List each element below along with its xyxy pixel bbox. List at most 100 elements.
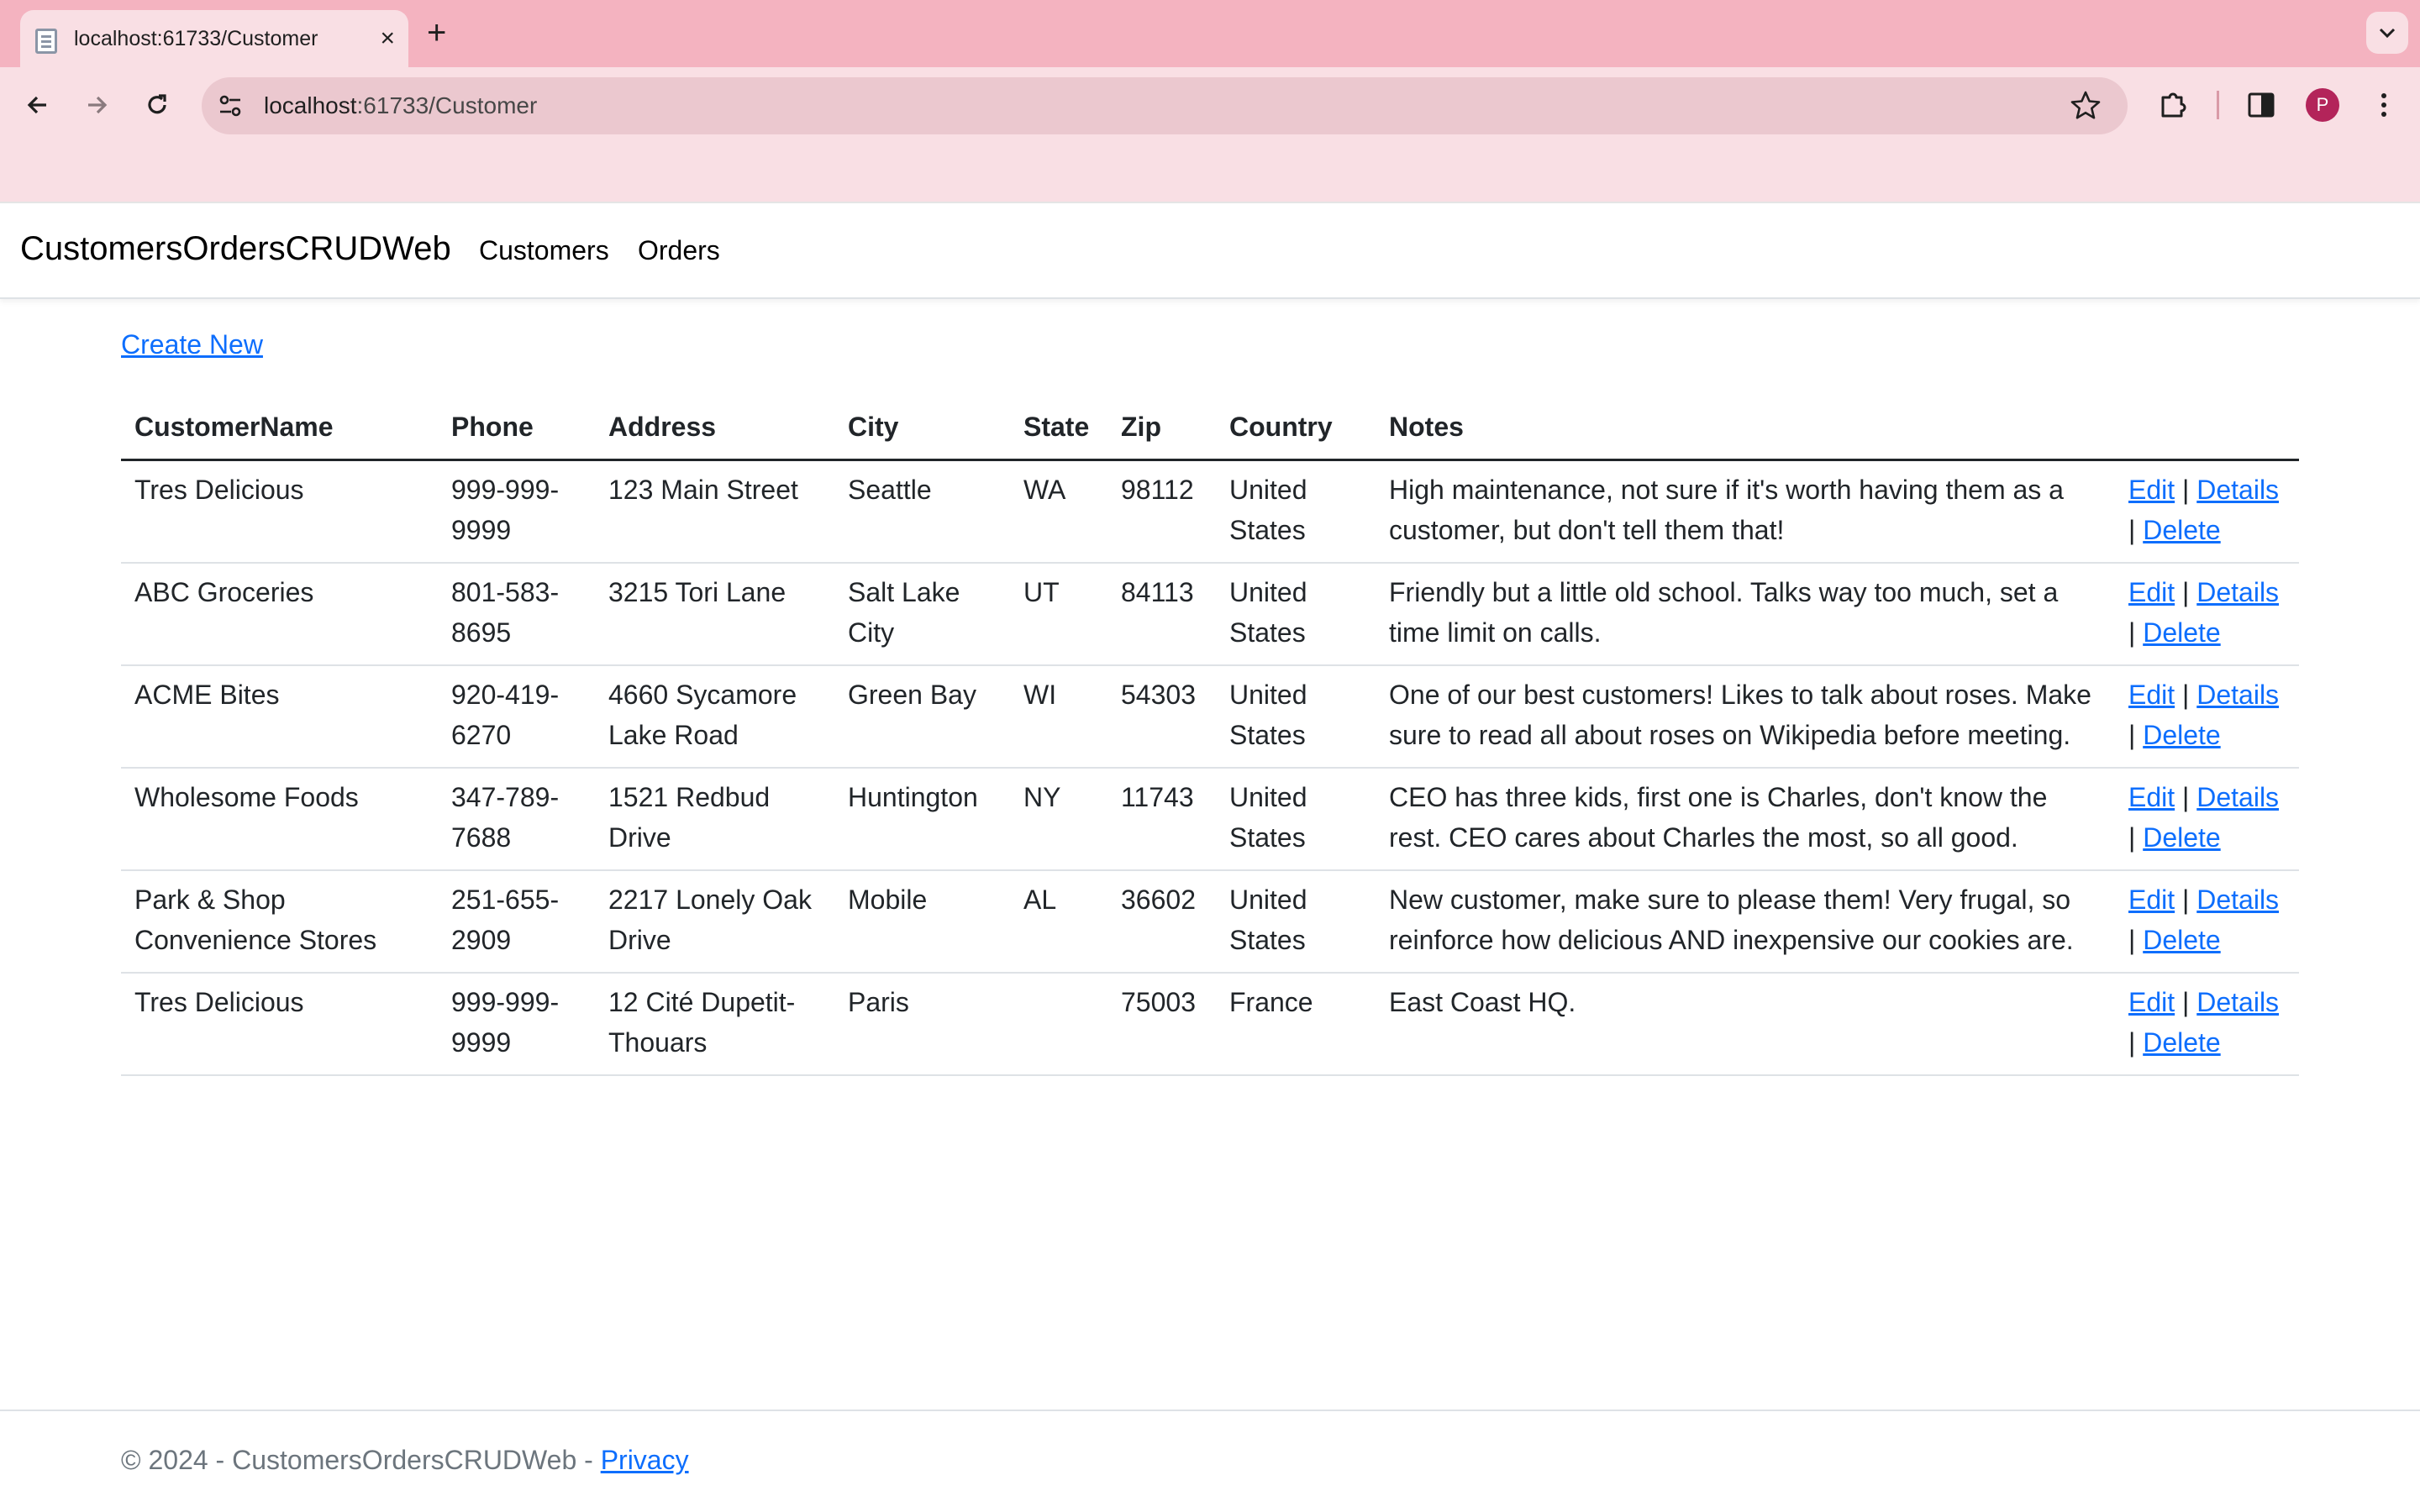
cell-state: WA	[1010, 459, 1107, 564]
close-tab-icon[interactable]: ×	[380, 24, 395, 54]
tab-title: localhost:61733/Customer	[74, 27, 318, 50]
tab-search-button[interactable]	[2366, 12, 2408, 54]
action-separator: |	[2128, 822, 2136, 853]
action-separator: |	[2182, 885, 2190, 915]
cell-address: 12 Cité Dupetit-Thouars	[595, 973, 834, 1076]
column-header-state: State	[1010, 398, 1107, 461]
edit-link[interactable]: Edit	[2128, 577, 2175, 607]
cell-state: NY	[1010, 768, 1107, 871]
cell-state	[1010, 973, 1107, 1076]
details-link[interactable]: Details	[2196, 782, 2279, 812]
edit-link[interactable]: Edit	[2128, 680, 2175, 710]
edit-link[interactable]: Edit	[2128, 987, 2175, 1017]
cell-address: 4660 Sycamore Lake Road	[595, 665, 834, 769]
cell-zip: 75003	[1107, 973, 1216, 1076]
action-separator: |	[2128, 925, 2136, 955]
reload-button[interactable]	[136, 84, 178, 126]
edit-link[interactable]: Edit	[2128, 782, 2175, 812]
forward-button[interactable]	[76, 84, 118, 126]
cell-actions: Edit | Details | Delete	[2115, 768, 2299, 871]
new-tab-button[interactable]: +	[427, 12, 446, 54]
browser-menu-button[interactable]	[2363, 84, 2405, 126]
cell-actions: Edit | Details | Delete	[2115, 563, 2299, 666]
table-row: Tres Delicious 999-999-9999 12 Cité Dupe…	[121, 973, 2299, 1076]
cell-zip: 11743	[1107, 768, 1216, 871]
table-row: ACME Bites 920-419-6270 4660 Sycamore La…	[121, 665, 2299, 769]
header-row: CustomerName Phone Address City State Zi…	[121, 398, 2299, 461]
column-header-address: Address	[595, 398, 834, 461]
column-header-customername: CustomerName	[121, 398, 438, 461]
cell-country: United States	[1216, 870, 1376, 974]
action-separator: |	[2128, 515, 2136, 545]
side-panel-button[interactable]	[2240, 84, 2282, 126]
action-separator: |	[2128, 720, 2136, 750]
site-info-icon[interactable]	[215, 91, 245, 121]
footer-text: © 2024 - CustomersOrdersCRUDWeb - Privac…	[121, 1445, 689, 1476]
cell-address: 1521 Redbud Drive	[595, 768, 834, 871]
cell-city: Huntington	[834, 768, 1010, 871]
action-separator: |	[2128, 1027, 2136, 1058]
cell-state: UT	[1010, 563, 1107, 666]
cell-zip: 54303	[1107, 665, 1216, 769]
details-link[interactable]: Details	[2196, 987, 2279, 1017]
details-link[interactable]: Details	[2196, 475, 2279, 505]
cell-state: AL	[1010, 870, 1107, 974]
cell-phone: 999-999-9999	[438, 973, 595, 1076]
cell-city: Green Bay	[834, 665, 1010, 769]
profile-avatar[interactable]: P	[2306, 88, 2339, 122]
brand-link[interactable]: CustomersOrdersCRUDWeb	[20, 230, 451, 268]
delete-link[interactable]: Delete	[2143, 515, 2221, 545]
address-bar[interactable]: localhost:61733/Customer	[202, 77, 2128, 134]
footer-copyright: © 2024 - CustomersOrdersCRUDWeb -	[121, 1445, 601, 1475]
cell-country: United States	[1216, 459, 1376, 564]
page-icon	[35, 29, 57, 54]
column-header-city: City	[834, 398, 1010, 461]
cell-notes: CEO has three kids, first one is Charles…	[1376, 768, 2115, 871]
action-separator: |	[2182, 680, 2190, 710]
bookmark-star-icon[interactable]	[2069, 89, 2102, 123]
reload-icon	[148, 94, 166, 114]
url-path: :61733/Customer	[356, 92, 538, 118]
cell-customer-name: ABC Groceries	[121, 563, 438, 666]
cell-city: Seattle	[834, 459, 1010, 564]
back-button[interactable]	[17, 84, 59, 126]
nav-link-orders[interactable]: Orders	[638, 235, 720, 266]
extensions-button[interactable]	[2153, 84, 2195, 126]
nav-link-customers[interactable]: Customers	[479, 235, 609, 266]
arrow-right-icon	[88, 96, 108, 114]
details-link[interactable]: Details	[2196, 577, 2279, 607]
tab-strip: localhost:61733/Customer × +	[0, 0, 2420, 67]
url-text[interactable]: localhost:61733/Customer	[264, 92, 537, 119]
url-host: localhost	[264, 92, 357, 118]
details-link[interactable]: Details	[2196, 885, 2279, 915]
cell-actions: Edit | Details | Delete	[2115, 459, 2299, 564]
edit-link[interactable]: Edit	[2128, 475, 2175, 505]
delete-link[interactable]: Delete	[2143, 617, 2221, 648]
table-row: Wholesome Foods 347-789-7688 1521 Redbud…	[121, 768, 2299, 871]
delete-link[interactable]: Delete	[2143, 822, 2221, 853]
cell-customer-name: Tres Delicious	[121, 459, 438, 564]
cell-address: 123 Main Street	[595, 459, 834, 564]
details-link[interactable]: Details	[2196, 680, 2279, 710]
delete-link[interactable]: Delete	[2143, 1027, 2221, 1058]
cell-actions: Edit | Details | Delete	[2115, 973, 2299, 1076]
delete-link[interactable]: Delete	[2143, 720, 2221, 750]
browser-tab[interactable]: localhost:61733/Customer ×	[20, 10, 408, 67]
column-header-phone: Phone	[438, 398, 595, 461]
cell-country: United States	[1216, 665, 1376, 769]
cell-address: 2217 Lonely Oak Drive	[595, 870, 834, 974]
create-new-link[interactable]: Create New	[121, 329, 263, 360]
privacy-link[interactable]: Privacy	[601, 1445, 689, 1475]
cell-country: United States	[1216, 563, 1376, 666]
edit-link[interactable]: Edit	[2128, 885, 2175, 915]
delete-link[interactable]: Delete	[2143, 925, 2221, 955]
action-separator: |	[2182, 475, 2190, 505]
cell-notes: New customer, make sure to please them! …	[1376, 870, 2115, 974]
cell-notes: East Coast HQ.	[1376, 973, 2115, 1076]
more-vertical-icon	[2381, 93, 2386, 117]
table-row: ABC Groceries 801-583-8695 3215 Tori Lan…	[121, 563, 2299, 666]
action-separator: |	[2182, 577, 2190, 607]
page-footer: © 2024 - CustomersOrdersCRUDWeb - Privac…	[0, 1410, 2420, 1512]
table-row: Park & Shop Convenience Stores 251-655-2…	[121, 870, 2299, 974]
cell-address: 3215 Tori Lane	[595, 563, 834, 666]
